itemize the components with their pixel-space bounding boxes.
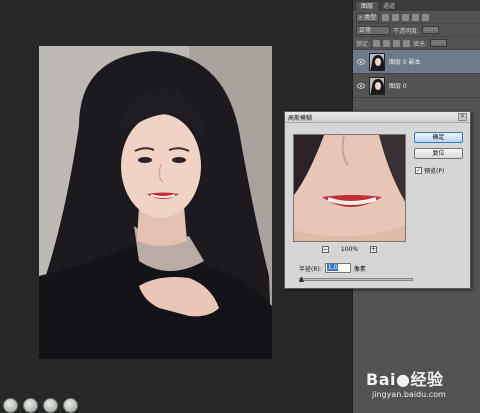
dialog-titlebar[interactable]: 高斯模糊 × [285,112,470,123]
fill-field[interactable]: 100% [430,39,448,47]
blend-row: 正常 不透明度: 100% [353,24,480,37]
lock-icon[interactable] [403,39,411,47]
opacity-field[interactable]: 100% [422,26,440,34]
radius-slider[interactable] [299,278,413,281]
status-icons [3,398,78,413]
share-icon[interactable] [3,398,18,413]
zoom-row: − 100% + [322,246,377,253]
zoom-out-icon[interactable]: − [322,246,329,253]
checkbox-icon[interactable]: ✓ [415,167,422,174]
layer-name: 图层 0 副本 [389,59,421,66]
radius-value: 1.0 [326,264,339,271]
radius-row: 半径(R): 1.0 像素 [299,263,366,273]
lock-transparent-icon[interactable] [373,39,381,47]
layer-thumbnail [369,76,385,95]
panel-tabs: 图层 通道 [353,0,480,11]
tab-channels[interactable]: 通道 [378,2,400,11]
shape-filter-icon[interactable] [412,13,420,21]
smart-object-filter-icon[interactable] [422,13,430,21]
kind-filter-label: 类型 [364,13,377,21]
eye-icon[interactable] [357,82,365,89]
zoom-value: 100% [340,246,359,253]
lock-position-icon[interactable] [393,39,401,47]
baidu-watermark: Bai●经验 jingyan.baidu.com [366,366,478,410]
share-icon[interactable] [63,398,78,413]
search-icon: ⌕ [359,13,363,21]
watermark-url: jingyan.baidu.com [372,390,446,399]
lock-label: 锁定: [356,40,371,48]
reset-button[interactable]: 复位 [414,148,463,159]
watermark-brand-cn: 经验 [410,370,444,389]
blur-preview[interactable] [293,134,406,242]
fill-label: 填充: [413,40,428,48]
share-icon[interactable] [23,398,38,413]
opacity-label: 不透明度: [393,27,420,35]
portrait-image [39,46,272,359]
preview-label: 预览(P) [424,168,445,175]
adjust-icon[interactable] [392,13,400,21]
eye-icon[interactable] [357,58,365,65]
watermark-brand: Bai [366,370,396,389]
ok-button[interactable]: 确定 [414,132,463,143]
gaussian-blur-dialog: 高斯模糊 × 确定 复位 ✓ 预览(P) − 100% + 半径(R): 1.0… [284,111,471,289]
layer-row-copy[interactable]: 图层 0 副本 [353,50,480,74]
slider-knob-icon[interactable] [299,276,304,282]
layer-thumbnail [369,52,385,71]
blend-mode-select[interactable]: 正常 [356,25,390,35]
radius-label: 半径(R): [299,265,322,273]
close-icon[interactable]: × [458,113,467,121]
layer-filter-row: ⌕ 类型 [353,11,480,24]
document-image[interactable] [39,46,272,359]
layer-row-base[interactable]: 图层 0 [353,74,480,98]
layer-name: 图层 0 [389,83,407,90]
radius-input[interactable]: 1.0 [324,263,351,273]
image-filter-icon[interactable] [382,13,390,21]
dialog-title: 高斯模糊 [288,114,313,122]
zoom-in-icon[interactable]: + [370,246,377,253]
preview-checkbox-row[interactable]: ✓ 预览(P) [415,166,444,175]
text-icon[interactable] [402,13,410,21]
share-icon[interactable] [43,398,58,413]
radius-unit: 像素 [353,265,366,273]
watermark-logo: Bai●经验 [366,366,478,390]
lock-row: 锁定: 填充: 100% [353,37,480,50]
lock-pixels-icon[interactable] [383,39,391,47]
tab-layers[interactable]: 图层 [356,2,379,11]
paw-icon: ● [395,370,411,389]
kind-filter-select[interactable]: ⌕ 类型 [356,12,380,22]
